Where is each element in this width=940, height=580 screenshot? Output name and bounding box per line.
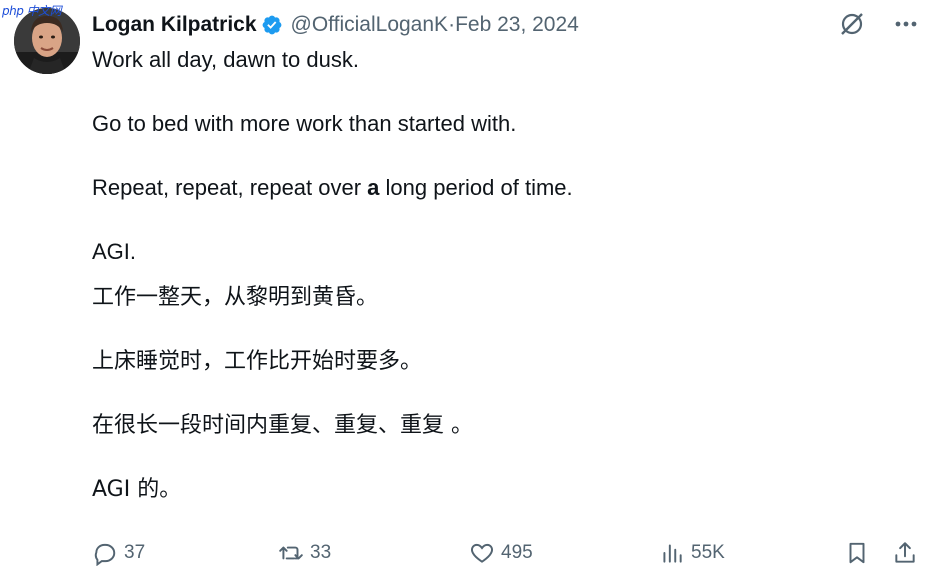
tweet-line: Repeat, repeat, repeat over a long perio… xyxy=(92,174,912,202)
grok-icon[interactable] xyxy=(838,10,866,38)
share-button[interactable] xyxy=(892,538,918,568)
tweet-actions: 37 33 495 55K xyxy=(92,538,922,568)
more-icon[interactable] xyxy=(892,10,920,38)
repost-icon xyxy=(279,546,303,560)
watermark: php 中文网 xyxy=(2,4,62,18)
verified-badge-icon xyxy=(261,14,283,36)
like-count: 495 xyxy=(501,542,533,563)
author-name[interactable]: Logan Kilpatrick xyxy=(92,13,257,37)
tweet-date[interactable]: Feb 23, 2024 xyxy=(455,13,579,37)
tweet-line: Work all day, dawn to dusk. xyxy=(92,47,359,72)
tweet-line-part: Repeat, repeat, repeat over xyxy=(92,175,368,200)
tweet-line-part: long period of time. xyxy=(379,175,573,200)
tweet-header: Logan Kilpatrick @OfficialLoganK · Feb 2… xyxy=(92,10,579,40)
repost-button[interactable]: 33 xyxy=(278,538,331,568)
reply-icon xyxy=(94,543,116,566)
reply-count: 37 xyxy=(124,542,146,563)
repost-count: 33 xyxy=(310,542,332,563)
tweet-line: AGI. xyxy=(92,239,137,264)
views-icon xyxy=(663,544,682,563)
tweet-line: Go to bed with more work than started wi… xyxy=(92,111,517,136)
views-button[interactable]: 55K xyxy=(659,538,725,568)
like-button[interactable]: 495 xyxy=(469,538,533,568)
tweet-top-actions xyxy=(838,10,920,38)
share-icon xyxy=(895,542,915,563)
author-handle[interactable]: @OfficialLoganK xyxy=(291,13,449,37)
like-icon xyxy=(471,543,493,563)
tweet-line: AGI 的。 xyxy=(92,477,182,502)
tweet-line: 在很长一段时间内重复、重复、重复 。 xyxy=(92,413,473,438)
separator-dot: · xyxy=(448,13,456,36)
reply-button[interactable]: 37 xyxy=(92,538,145,568)
bookmark-icon xyxy=(849,542,865,564)
tweet-line: 工作一整天，从黎明到黄昏。 xyxy=(92,285,379,310)
tweet-text: Work all day, dawn to dusk. Go to bed wi… xyxy=(92,46,912,504)
views-count: 55K xyxy=(691,542,725,563)
tweet: php 中文网 Logan Kilpatrick @OfficialLoganK… xyxy=(0,0,940,580)
bookmark-button[interactable] xyxy=(844,538,870,568)
tweet-line-bold: a xyxy=(367,175,380,200)
tweet-line: 上床睡觉时，工作比开始时要多。 xyxy=(92,349,423,374)
